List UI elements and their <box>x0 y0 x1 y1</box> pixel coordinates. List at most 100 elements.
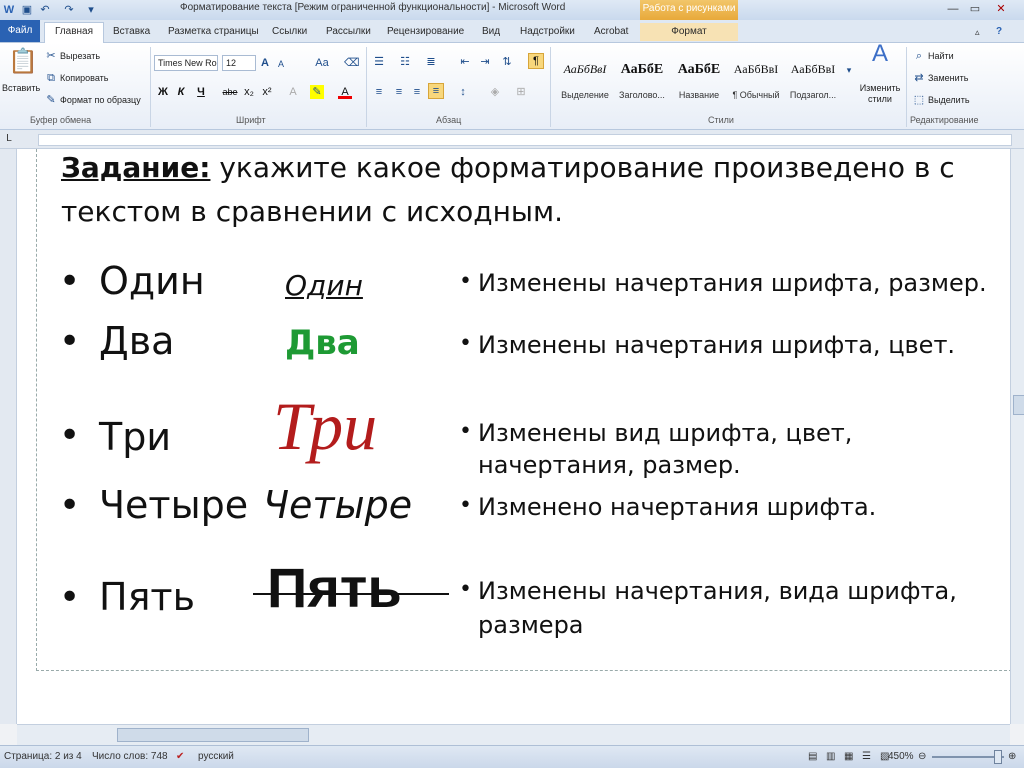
shrink-font-icon[interactable]: A <box>274 57 288 71</box>
tab-selector-icon[interactable]: L <box>2 132 16 146</box>
tab-file[interactable]: Файл <box>0 20 40 42</box>
bold-button[interactable]: Ж <box>156 85 170 99</box>
replace-button[interactable]: Заменить <box>928 73 968 83</box>
strikethrough-button[interactable]: abe <box>220 85 240 99</box>
paste-button[interactable]: Вставить <box>2 83 40 93</box>
style-subtitle[interactable]: АаБбВвI Подзагол... <box>784 49 842 107</box>
maximize-button[interactable]: ▭ <box>966 2 984 16</box>
word-count[interactable]: Число слов: 748 <box>92 751 168 762</box>
shading-icon[interactable]: ◈ <box>488 85 502 99</box>
zoom-slider-thumb[interactable] <box>994 750 1002 764</box>
title-bar: W ▣ ↶ ↷ ▾ Форматирование текста [Режим о… <box>0 0 1024 20</box>
style-name: Название <box>678 90 720 100</box>
line-spacing-icon[interactable]: ↕ <box>456 85 470 99</box>
help-icon[interactable]: ? <box>996 23 1002 41</box>
borders-icon[interactable]: ⊞ <box>514 85 528 99</box>
italic-button[interactable]: К <box>174 85 188 99</box>
font-size-box[interactable]: 12 <box>222 55 256 71</box>
find-icon[interactable]: ⌕ <box>912 49 926 63</box>
original-word: Два <box>99 319 175 363</box>
cut-button[interactable]: Вырезать <box>60 51 100 61</box>
style-preview: АаБбВвI <box>790 62 836 76</box>
proofing-icon[interactable]: ✔ <box>176 751 184 762</box>
highlight-icon[interactable]: ✎ <box>310 85 324 99</box>
find-button[interactable]: Найти <box>928 51 954 61</box>
font-name-box[interactable]: Times New Ro <box>154 55 218 71</box>
increase-indent-icon[interactable]: ⇥ <box>478 55 492 69</box>
decrease-indent-icon[interactable]: ⇤ <box>458 55 472 69</box>
text-effects-icon[interactable]: A <box>286 85 300 99</box>
horizontal-ruler[interactable]: L <box>0 130 1024 149</box>
tab-home[interactable]: Главная <box>44 22 104 43</box>
redo-icon[interactable]: ↷ <box>62 3 76 17</box>
outline-icon[interactable]: ☰ <box>862 751 871 762</box>
tab-mailings[interactable]: Рассылки <box>326 23 371 41</box>
copy-icon[interactable]: ⧉ <box>44 71 58 85</box>
zoom-out-icon[interactable]: ⊖ <box>918 751 926 762</box>
tab-view[interactable]: Вид <box>482 23 500 41</box>
paste-icon[interactable]: 📋 <box>8 47 38 77</box>
close-button[interactable]: ✕ <box>992 2 1010 16</box>
justify-icon[interactable]: ≡ <box>428 83 444 99</box>
numbering-icon[interactable]: ☷ <box>398 55 412 69</box>
format-painter-icon[interactable]: ✎ <box>44 93 58 107</box>
subscript-button[interactable]: x₂ <box>242 85 256 99</box>
vertical-ruler[interactable] <box>0 149 17 724</box>
multilevel-list-icon[interactable]: ≣ <box>424 55 438 69</box>
customize-qat-icon[interactable]: ▾ <box>84 3 98 17</box>
tab-acrobat[interactable]: Acrobat <box>594 23 628 41</box>
sort-icon[interactable]: ⇅ <box>500 55 514 69</box>
bullet-icon: • <box>59 415 81 456</box>
styles-scroll-icon[interactable]: ▾ <box>842 63 856 77</box>
show-marks-button[interactable]: ¶ <box>528 53 544 69</box>
save-icon[interactable]: ▣ <box>20 3 34 17</box>
style-title[interactable]: АаБбЕ Название <box>670 49 728 107</box>
underline-button[interactable]: Ч <box>194 85 208 99</box>
select-icon[interactable]: ⬚ <box>912 93 926 107</box>
copy-button[interactable]: Копировать <box>60 73 108 83</box>
tab-page-layout[interactable]: Разметка страницы <box>168 23 259 41</box>
zoom-in-icon[interactable]: ⊕ <box>1008 751 1016 762</box>
style-heading[interactable]: АаБбЕ Заголово... <box>613 49 671 107</box>
document-page[interactable]: Задание: укажите какое форматирование пр… <box>17 149 1012 724</box>
page-count[interactable]: Страница: 2 из 4 <box>4 751 82 762</box>
replace-icon[interactable]: ⇄ <box>912 71 926 85</box>
style-normal[interactable]: АаБбВвI ¶ Обычный <box>727 49 785 107</box>
align-right-icon[interactable]: ≡ <box>410 85 424 99</box>
scroll-thumb[interactable] <box>1013 395 1024 415</box>
style-emphasis[interactable]: АаБбВвI Выделение <box>556 49 614 107</box>
ruler-track <box>38 134 1012 146</box>
grow-font-icon[interactable]: A <box>258 56 272 70</box>
select-button[interactable]: Выделить <box>928 95 970 105</box>
tab-references[interactable]: Ссылки <box>272 23 307 41</box>
scroll-thumb[interactable] <box>117 728 309 742</box>
superscript-button[interactable]: x² <box>260 85 274 99</box>
minimize-ribbon-icon[interactable]: ▵ <box>975 23 980 41</box>
word-app-icon[interactable]: W <box>2 3 16 17</box>
language[interactable]: русский <box>198 751 234 762</box>
horizontal-scrollbar[interactable] <box>17 724 1010 745</box>
print-layout-icon[interactable]: ▤ <box>808 751 817 762</box>
zoom-level[interactable]: 450% <box>888 751 914 762</box>
minimize-button[interactable]: — <box>944 2 962 16</box>
change-styles-icon[interactable]: A <box>868 42 892 73</box>
tab-format[interactable]: Формат <box>640 23 738 41</box>
bullets-icon[interactable]: ☰ <box>372 55 386 69</box>
vertical-scrollbar[interactable] <box>1010 149 1024 724</box>
full-screen-icon[interactable]: ▥ <box>826 751 835 762</box>
change-styles-button[interactable]: Изменить стили <box>858 83 902 105</box>
tab-insert[interactable]: Вставка <box>113 23 150 41</box>
original-word: Один <box>99 259 205 303</box>
change-case-icon[interactable]: Aa <box>312 56 332 70</box>
align-center-icon[interactable]: ≡ <box>392 85 406 99</box>
align-left-icon[interactable]: ≡ <box>372 85 386 99</box>
tab-addins[interactable]: Надстройки <box>520 23 575 41</box>
tab-review[interactable]: Рецензирование <box>387 23 464 41</box>
format-painter-button[interactable]: Формат по образцу <box>60 95 141 105</box>
cut-icon[interactable]: ✂ <box>44 49 58 63</box>
font-color-icon[interactable]: A <box>338 85 352 99</box>
undo-icon[interactable]: ↶ <box>38 3 52 17</box>
web-layout-icon[interactable]: ▦ <box>844 751 853 762</box>
clear-formatting-icon[interactable]: ⌫ <box>344 56 360 70</box>
ribbon: 📋 Вставить ✂ Вырезать ⧉ Копировать ✎ Фор… <box>0 42 1024 130</box>
